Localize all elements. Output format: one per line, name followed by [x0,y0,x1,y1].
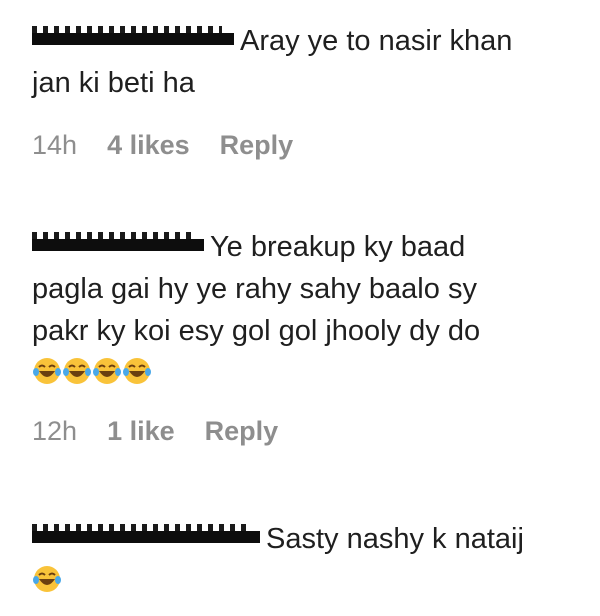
laughing-tears-emoji-icon [92,356,122,386]
comment-item: Aray ye to nasir khan jan ki beti ha 14h… [32,20,572,161]
comment-item: Ye breakup ky baad pagla gai hy ye rahy … [32,226,572,447]
comment-meta: 14h 4 likes Reply [32,130,572,161]
comment-meta: 12h 1 like Reply [32,416,572,447]
comment-text: Sasty nashy k nataij [32,518,572,602]
comment-text-line: Aray ye to nasir khan [240,25,513,57]
laughing-tears-emoji-icon [32,564,62,594]
comment-likes-count[interactable]: 1 like [107,416,175,447]
laughing-tears-emoji-icon [122,356,152,386]
comment-text-line: jan ki beti ha [32,67,195,99]
laughing-tears-emoji-icon [62,356,92,386]
comment-timestamp: 14h [32,130,78,160]
comment-text-line: Sasty nashy k nataij [266,523,524,555]
redacted-username[interactable] [32,230,204,258]
laughing-tears-emoji-icon [32,356,62,386]
redacted-username[interactable] [32,522,260,550]
comment-timestamp: 12h [32,416,78,446]
reply-button[interactable]: Reply [220,130,294,161]
emoji-row [32,564,62,594]
comment-item: Sasty nashy k nataij [32,518,572,602]
comment-text-line: Ye breakup ky baad [210,231,466,263]
reply-button[interactable]: Reply [205,416,279,447]
comment-text: Ye breakup ky baad pagla gai hy ye rahy … [32,226,572,394]
comment-likes-count[interactable]: 4 likes [107,130,190,161]
comment-text-line: pagla gai hy ye rahy sahy baalo sy [32,273,477,305]
comment-text: Aray ye to nasir khan jan ki beti ha [32,20,572,104]
comment-text-line: pakr ky koi esy gol gol jhooly dy do [32,315,481,347]
emoji-row [32,356,152,386]
redacted-username[interactable] [32,24,234,52]
